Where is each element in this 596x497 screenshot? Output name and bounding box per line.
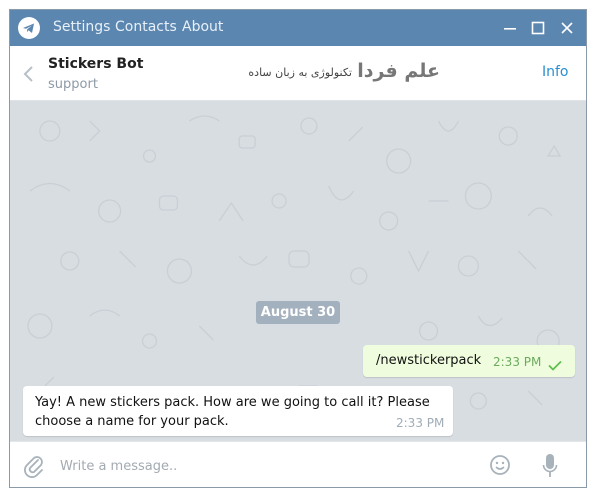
outgoing-message[interactable]: /newstickerpack 2:33 PM [363,345,575,377]
microphone-icon[interactable] [542,453,558,479]
minimize-button[interactable] [498,16,522,40]
watermark-tagline: تکنولوژی به زبان ساده [248,66,352,79]
menu-settings[interactable]: Settings [53,19,110,35]
incoming-message-time: 2:33 PM [396,416,445,430]
message-composer [10,441,586,487]
telegram-window: Settings Contacts About Stickers Bot sup… [9,9,587,488]
menu-about[interactable]: About [182,19,223,35]
single-check-icon [548,356,562,371]
minimize-icon [504,28,516,30]
date-badge: August 30 [256,301,340,324]
chat-status: support [48,77,98,92]
back-icon[interactable] [22,64,36,84]
outgoing-message-time: 2:33 PM [493,355,542,369]
maximize-icon [531,21,545,35]
telegram-logo-icon [18,17,40,39]
emoji-icon[interactable] [489,454,511,476]
close-icon [561,22,573,34]
incoming-message[interactable]: Yay! A new stickers pack. How are we goi… [23,386,453,436]
paperclip-icon[interactable] [24,454,44,478]
info-link[interactable]: Info [542,64,569,80]
watermark-brand: علم فردا [357,60,440,82]
close-button[interactable] [555,16,579,40]
chat-header: Stickers Bot support علم فردا تکنولوژی ب… [10,46,586,101]
title-bar: Settings Contacts About [10,10,586,46]
message-input[interactable] [60,454,470,478]
outgoing-message-text: /newstickerpack [376,353,482,368]
incoming-message-text: Yay! A new stickers pack. How are we goi… [35,395,430,429]
menu-contacts[interactable]: Contacts [115,19,177,35]
message-history[interactable]: August 30 /newstickerpack 2:33 PM Yay! A… [10,101,586,441]
watermark: علم فردا تکنولوژی به زبان ساده [230,60,440,88]
chat-title[interactable]: Stickers Bot [48,56,143,72]
maximize-button[interactable] [526,16,550,40]
